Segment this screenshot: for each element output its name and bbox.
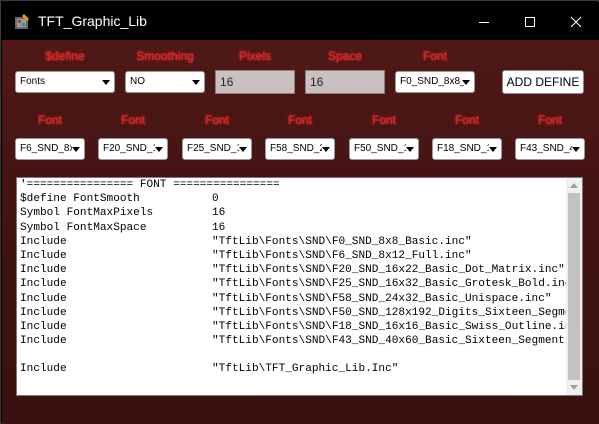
- chevron-down-icon: [572, 147, 580, 152]
- font-select-3[interactable]: F25_SND_1: [182, 138, 252, 160]
- code-line: Include "TftLib\Fonts\SND\F20_SND_16x22_B…: [20, 264, 565, 277]
- font-select-2[interactable]: F20_SND_1: [98, 138, 168, 160]
- code-line: Symbol FontMaxPixels 16: [20, 207, 226, 220]
- code-line: Include "TftLib\Fonts\SND\F0_SND_8x8_Basi…: [20, 235, 472, 248]
- pixels-header: Pixels: [238, 49, 271, 63]
- font-select-1-value: F6_SND_8x: [20, 143, 72, 154]
- smoothing-select[interactable]: NO: [125, 71, 205, 93]
- close-button[interactable]: [553, 3, 599, 41]
- font-select-4-value: F58_SND_2: [270, 143, 322, 154]
- chevron-down-icon: [462, 80, 470, 85]
- font-select-1[interactable]: F6_SND_8x: [15, 138, 85, 160]
- close-icon: [570, 16, 582, 28]
- code-text[interactable]: '================ FONT ================ …: [20, 178, 566, 395]
- code-line: $define FontSmooth 0: [20, 193, 219, 206]
- font-header-6: Font: [454, 113, 479, 127]
- font-header-2: Font: [120, 113, 145, 127]
- window-title: TFT_Graphic_Lib: [38, 13, 147, 29]
- code-line: Include "TftLib\Fonts\SND\F18_SND_16x16_B…: [20, 320, 566, 333]
- font-header-4: Font: [287, 113, 312, 127]
- pixels-field[interactable]: 16: [215, 70, 295, 94]
- client-area: $define Smoothing Pixels Space Font Font…: [2, 40, 599, 424]
- maximize-button[interactable]: [507, 3, 553, 41]
- chevron-down-icon: [155, 147, 163, 152]
- code-line: Include "TftLib\Fonts\SND\F6_SND_8x12_Ful…: [20, 249, 472, 262]
- scrollbar-thumb[interactable]: [568, 193, 580, 380]
- chevron-down-icon: [489, 147, 497, 152]
- font-select-7-value: F43_SND_4: [520, 143, 572, 154]
- font-select[interactable]: F0_SND_8x8_: [395, 71, 475, 93]
- font-header-1: Font: [37, 113, 62, 127]
- space-field[interactable]: 16: [305, 70, 385, 94]
- space-header: Space: [327, 49, 363, 63]
- font-select-value: F0_SND_8x8_: [400, 76, 464, 87]
- font-header-3: Font: [204, 113, 229, 127]
- app-icon: [15, 14, 29, 29]
- font-header: Font: [422, 49, 447, 63]
- code-editor[interactable]: '================ FONT ================ …: [16, 177, 583, 396]
- chevron-down-icon: [406, 147, 414, 152]
- code-line: Include "TftLib\Fonts\SND\F58_SND_24x32_B…: [20, 292, 552, 305]
- minimize-icon: [479, 22, 489, 23]
- chevron-down-icon: [102, 80, 110, 85]
- scroll-down-icon[interactable]: [570, 385, 578, 390]
- add-define-button[interactable]: ADD DEFINE: [502, 70, 584, 94]
- app-window: TFT_Graphic_Lib $define Smoothing Pixels…: [0, 0, 599, 424]
- define-header: $define: [45, 49, 85, 63]
- chevron-down-icon: [192, 80, 200, 85]
- font-select-4[interactable]: F58_SND_2: [265, 138, 335, 160]
- vertical-scrollbar[interactable]: [566, 178, 582, 395]
- title-bar[interactable]: TFT_Graphic_Lib: [2, 2, 599, 40]
- code-line: Include "TftLib\Fonts\SND\F25_SND_16x32_B…: [20, 278, 566, 291]
- chevron-down-icon: [72, 147, 80, 152]
- minimize-button[interactable]: [461, 3, 507, 41]
- smoothing-select-value: NO: [130, 76, 145, 87]
- font-select-5[interactable]: F50_SND_1: [349, 138, 419, 160]
- code-line: Symbol FontMaxSpace 16: [20, 221, 226, 234]
- chevron-down-icon: [322, 147, 330, 152]
- font-select-6-value: F18_SND_1: [437, 143, 489, 154]
- font-select-7[interactable]: F43_SND_4: [515, 138, 585, 160]
- font-header-5: Font: [371, 113, 396, 127]
- define-select-value: Fonts: [20, 76, 46, 87]
- font-select-2-value: F20_SND_1: [103, 143, 155, 154]
- smoothing-header: Smoothing: [136, 49, 194, 63]
- code-line: '================ FONT ================: [20, 179, 280, 191]
- chevron-down-icon: [239, 147, 247, 152]
- code-line: Include "TftLib\Fonts\SND\F50_SND_128x192…: [20, 306, 566, 319]
- font-header-7: Font: [537, 113, 562, 127]
- font-select-6[interactable]: F18_SND_1: [432, 138, 502, 160]
- code-line: Include "TftLib\Fonts\SND\F43_SND_40x60_B…: [20, 335, 566, 348]
- font-select-3-value: F25_SND_1: [187, 143, 239, 154]
- scroll-up-icon[interactable]: [570, 183, 578, 188]
- code-line: Include "TftLib\TFT_Graphic_Lib.Inc": [20, 363, 399, 376]
- font-select-5-value: F50_SND_1: [354, 143, 406, 154]
- define-select[interactable]: Fonts: [15, 71, 115, 93]
- maximize-icon: [525, 17, 535, 27]
